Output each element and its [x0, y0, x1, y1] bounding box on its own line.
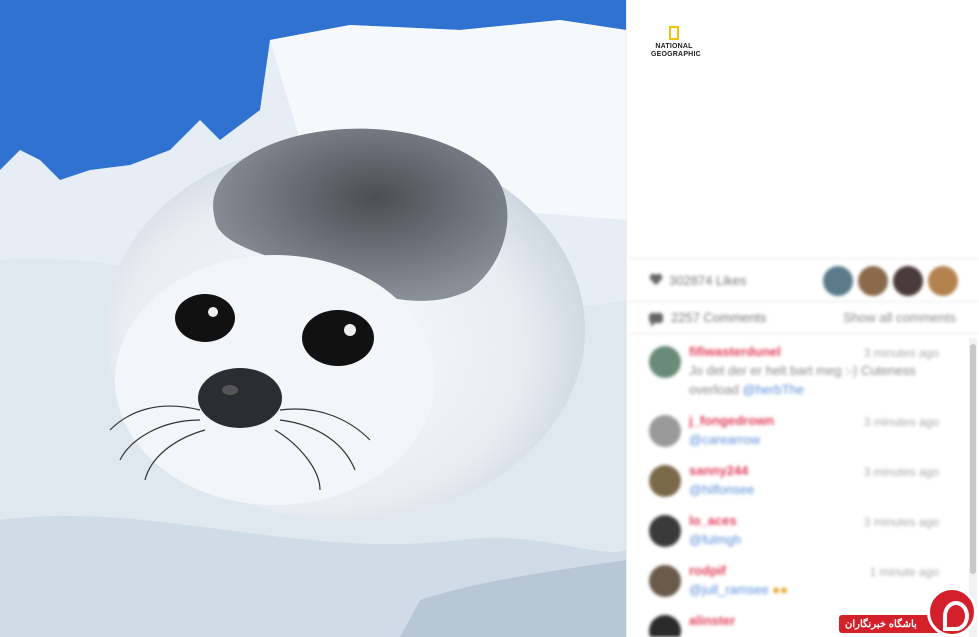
comment-mention[interactable]: @carearrow	[689, 432, 760, 447]
avatar[interactable]	[893, 266, 923, 296]
comment-text: @fulmgh	[689, 530, 967, 549]
comment-mention[interactable]: @herbThe	[743, 382, 805, 397]
comment-text: Jo det der er helt bart meg :-) Cuteness…	[689, 361, 967, 399]
avatar[interactable]	[858, 266, 888, 296]
comments-row: 2257 Comments Show all comments	[627, 302, 979, 334]
likes-row: 302874 Likes	[627, 258, 979, 302]
avatar[interactable]	[649, 346, 681, 378]
logo-line-2: GEOGRAPHIC	[651, 51, 701, 58]
likes-count[interactable]: 302874 Likes	[669, 273, 746, 288]
post-photo[interactable]	[0, 0, 626, 637]
comment-mention[interactable]: @fulmgh	[689, 532, 741, 547]
scrollbar-thumb[interactable]	[970, 344, 976, 574]
seal-illustration	[0, 0, 626, 637]
avatar[interactable]	[649, 565, 681, 597]
comment-item: j_fongedrown 3 minutes ago @carearrow	[627, 405, 967, 455]
watermark-logo: باشگاه خبرنگاران	[839, 587, 977, 637]
logo-line-1: NATIONAL	[655, 43, 693, 50]
comment-time: 1 minute ago	[869, 565, 939, 579]
comment-time: 3 minutes ago	[863, 515, 939, 529]
national-geographic-logo[interactable]: NATIONAL GEOGRAPHIC	[651, 26, 701, 59]
avatar[interactable]	[649, 515, 681, 547]
avatar[interactable]	[649, 465, 681, 497]
heart-icon[interactable]	[649, 274, 663, 286]
comment-item: lo_aces 3 minutes ago @fulmgh	[627, 505, 967, 555]
comment-item: sanny244 3 minutes ago @hilfonsee	[627, 455, 967, 505]
show-all-comments-link[interactable]: Show all comments	[843, 310, 956, 325]
avatar[interactable]	[649, 415, 681, 447]
avatar[interactable]	[928, 266, 958, 296]
post-side-panel: NATIONAL GEOGRAPHIC 302874 Likes 2257 Co…	[626, 0, 979, 637]
comment-mention[interactable]: @hilfonsee	[689, 482, 754, 497]
comment-time: 3 minutes ago	[863, 465, 939, 479]
comment-mention[interactable]: @jull_ramsee	[689, 582, 769, 597]
liker-avatars	[823, 266, 958, 296]
logo-yellow-frame-icon	[669, 26, 679, 40]
comment-text: @carearrow	[689, 430, 967, 449]
comments-count: 2257 Comments	[671, 310, 767, 325]
app-root: NATIONAL GEOGRAPHIC 302874 Likes 2257 Co…	[0, 0, 979, 637]
emoji-icon: ●●	[772, 582, 789, 597]
comment-time: 3 minutes ago	[863, 346, 939, 360]
avatar[interactable]	[823, 266, 853, 296]
comment-time: 3 minutes ago	[863, 415, 939, 429]
comment-item: fifiwasterdunel 3 minutes ago Jo det der…	[627, 336, 967, 405]
watermark-circle-icon	[927, 587, 977, 637]
avatar[interactable]	[649, 615, 681, 637]
comment-text: @hilfonsee	[689, 480, 967, 499]
comment-bubble-icon	[649, 312, 663, 327]
watermark-text: باشگاه خبرنگاران	[845, 619, 917, 630]
